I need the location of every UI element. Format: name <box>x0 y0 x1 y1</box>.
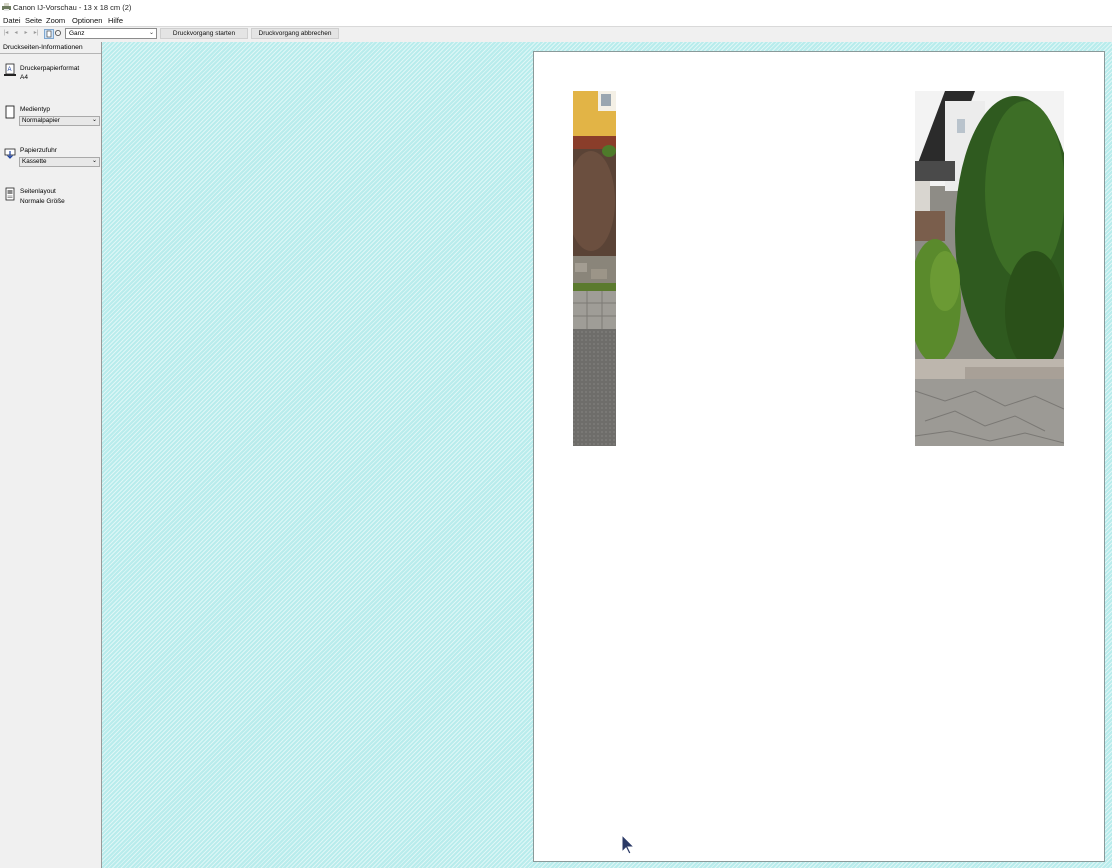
menu-hilfe[interactable]: Hilfe <box>108 16 123 25</box>
media-type-value: Normalpapier <box>22 117 60 124</box>
last-page-icon[interactable]: ▸| <box>32 30 40 37</box>
menu-optionen[interactable]: Optionen <box>72 16 102 25</box>
chevron-down-icon: ⌄ <box>148 30 154 36</box>
page-view-icon[interactable] <box>44 29 54 39</box>
paper-size-icon: A <box>4 63 16 76</box>
next-page-icon[interactable]: ▸ <box>22 30 30 37</box>
printer-app-icon <box>2 3 11 11</box>
previous-page-icon[interactable]: ◂ <box>12 30 20 37</box>
photo-left <box>573 91 616 446</box>
menu-bar: Datei Seite Zoom Optionen Hilfe <box>0 14 1112 26</box>
print-info-sidebar: Druckseiten-Informationen A Druckerpapie… <box>0 42 102 868</box>
toolbar: |◂ ◂ ▸ ▸| Ganz ⌄ Druckvorgang starten Dr… <box>0 26 1112 43</box>
sidebar-header: Druckseiten-Informationen <box>0 42 101 54</box>
chevron-down-icon: ⌄ <box>91 117 97 123</box>
paper-source-value: Kassette <box>22 158 47 165</box>
photo-right <box>915 91 1064 446</box>
zoom-tool-icon[interactable] <box>54 29 62 37</box>
menu-seite[interactable]: Seite <box>25 16 42 25</box>
first-page-icon[interactable]: |◂ <box>2 30 10 37</box>
svg-text:A: A <box>8 67 12 73</box>
media-type-select[interactable]: Normalpapier ⌄ <box>19 116 100 126</box>
title-bar: Canon IJ-Vorschau - 13 x 18 cm (2) <box>0 0 1112 14</box>
media-type-label: Medientyp <box>20 106 50 113</box>
menu-zoom[interactable]: Zoom <box>46 16 65 25</box>
paper-source-select[interactable]: Kassette ⌄ <box>19 157 100 167</box>
window-title: Canon IJ-Vorschau - 13 x 18 cm (2) <box>13 3 132 12</box>
page-layout-label: Seitenlayout <box>20 188 56 195</box>
paper-source-icon <box>4 148 16 159</box>
paper-sheet <box>533 51 1105 862</box>
zoom-select-value: Ganz <box>69 30 85 37</box>
sidebar-header-label: Druckseiten-Informationen <box>3 44 83 51</box>
zoom-select[interactable]: Ganz ⌄ <box>65 28 157 39</box>
paper-source-label: Papierzufuhr <box>20 147 57 154</box>
page-layout-value: Normale Größe <box>20 198 65 205</box>
mouse-cursor-icon <box>621 834 636 854</box>
chevron-down-icon: ⌄ <box>91 158 97 164</box>
start-print-button[interactable]: Druckvorgang starten <box>160 28 248 39</box>
page-layout-icon <box>5 187 15 201</box>
paper-size-label: Druckerpapierformat <box>20 65 80 72</box>
cancel-print-button[interactable]: Druckvorgang abbrechen <box>251 28 339 39</box>
menu-datei[interactable]: Datei <box>3 16 21 25</box>
paper-size-value: A4 <box>20 74 28 81</box>
media-type-icon <box>5 105 15 119</box>
